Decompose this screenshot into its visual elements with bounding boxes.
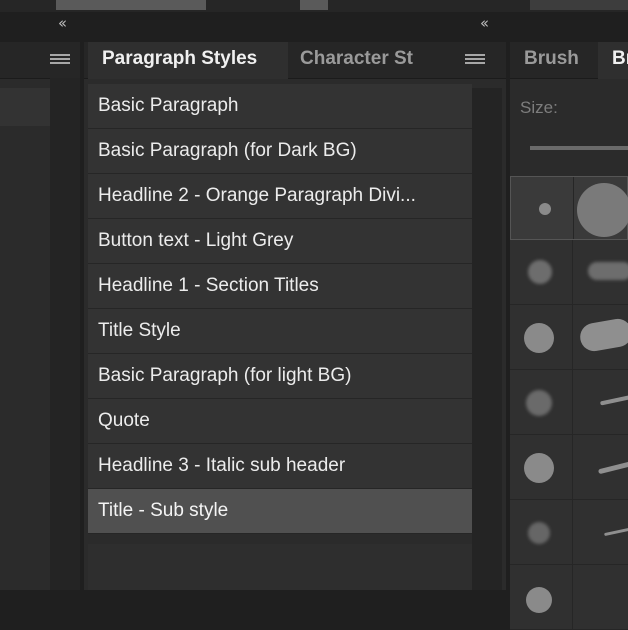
list-empty-area <box>88 544 472 590</box>
brush-preset[interactable] <box>510 435 628 500</box>
paragraph-styles-panel: Paragraph Styles Character St Basic Para… <box>84 42 506 590</box>
top-strip-block <box>56 0 206 10</box>
tab-bar: Brush Br <box>510 42 628 79</box>
left-panel-gutter <box>50 78 80 590</box>
brush-tip-icon <box>526 390 552 416</box>
brush-tip-icon <box>539 203 551 215</box>
list-item[interactable]: Basic Paragraph (for light BG) <box>88 354 472 399</box>
top-strip-block <box>530 0 628 10</box>
panel-menu-icon[interactable] <box>50 54 70 67</box>
list-item-selected[interactable]: Title - Sub style <box>88 489 472 534</box>
collapse-left-icon[interactable]: ‹‹ <box>58 14 67 32</box>
left-panel-row <box>0 88 50 126</box>
tab-brush[interactable]: Brush <box>524 42 579 79</box>
top-strip <box>0 0 628 12</box>
size-label: Size: <box>520 98 558 117</box>
left-panel <box>0 42 80 590</box>
brush-panel: Brush Br Size: <box>510 42 628 630</box>
brush-stroke-icon <box>577 316 628 354</box>
list-item[interactable]: Quote <box>88 399 472 444</box>
brush-stroke-icon <box>588 262 628 280</box>
brush-stroke-icon <box>597 460 628 475</box>
scroll-gutter[interactable] <box>472 88 502 590</box>
brush-tip-icon <box>524 323 554 353</box>
brush-tip-icon <box>526 587 552 613</box>
brush-stroke-icon <box>577 183 628 237</box>
top-strip-block <box>300 0 328 10</box>
list-item[interactable]: Title Style <box>88 309 472 354</box>
list-item[interactable]: Basic Paragraph <box>88 84 472 129</box>
brush-tip-icon <box>524 453 554 483</box>
tab-character-styles[interactable]: Character St <box>288 42 428 79</box>
collapse-right-icon[interactable]: ‹‹ <box>480 14 489 32</box>
brush-preset[interactable] <box>510 305 628 370</box>
list-item[interactable]: Button text - Light Grey <box>88 219 472 264</box>
brush-stroke-icon <box>604 526 628 537</box>
list-item[interactable]: Headline 2 - Orange Paragraph Divi... <box>88 174 472 219</box>
tab-paragraph-styles[interactable]: Paragraph Styles <box>88 42 288 79</box>
brush-preset[interactable] <box>510 370 628 435</box>
tab-brush-presets[interactable]: Br <box>598 42 628 79</box>
tab-bar: Paragraph Styles Character St <box>84 42 506 79</box>
brush-grid <box>510 176 628 630</box>
brush-preset[interactable] <box>510 176 628 240</box>
brush-stroke-icon <box>599 394 628 406</box>
list-item[interactable]: Basic Paragraph (for Dark BG) <box>88 129 472 174</box>
brush-preset[interactable] <box>510 565 628 630</box>
brush-tip-icon <box>528 260 552 284</box>
brush-tip-icon <box>528 522 550 544</box>
left-panel-header <box>0 42 80 79</box>
size-slider[interactable] <box>530 146 628 150</box>
brush-preset[interactable] <box>510 240 628 305</box>
paragraph-style-list: Basic Paragraph Basic Paragraph (for Dar… <box>88 84 472 534</box>
list-item[interactable]: Headline 1 - Section Titles <box>88 264 472 309</box>
brush-preset[interactable] <box>510 500 628 565</box>
list-item[interactable]: Headline 3 - Italic sub header <box>88 444 472 489</box>
panel-menu-icon[interactable] <box>465 54 485 67</box>
